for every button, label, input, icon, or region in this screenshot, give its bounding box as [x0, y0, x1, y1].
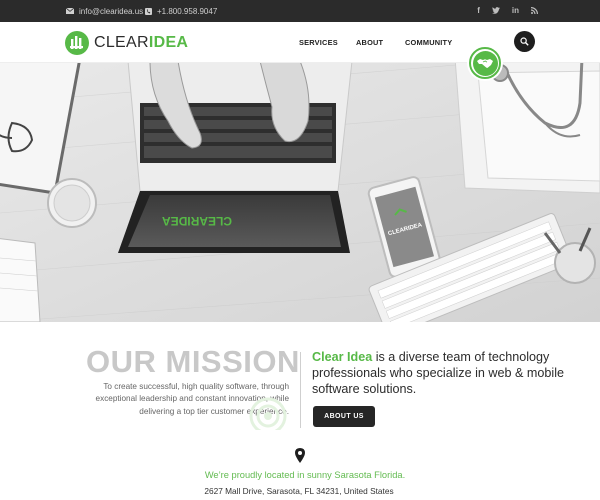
address-text: 2627 Mall Drive, Sarasota, FL 34231, Uni…	[204, 486, 394, 496]
nav-item-services[interactable]: SERVICES	[299, 38, 338, 47]
page: { "topbar": { "email": "info@clearidea.u…	[0, 0, 600, 500]
phone-contact[interactable]: +1.800.958.9047	[145, 0, 217, 22]
linkedin-icon[interactable]: in	[512, 7, 519, 15]
nav-item-about[interactable]: ABOUT	[356, 38, 383, 47]
envelope-icon	[66, 8, 74, 14]
search-button[interactable]	[514, 31, 535, 52]
laptop-screen-logo: CLEARIDEA	[162, 214, 232, 228]
about-us-button[interactable]: ABOUT US	[313, 406, 375, 427]
search-icon	[520, 37, 529, 46]
handshake-badge[interactable]	[469, 47, 501, 79]
section-divider	[300, 352, 301, 428]
nav-menu: SERVICES ABOUT COMMUNITY	[0, 22, 600, 63]
mission-title: OUR MISSION	[86, 344, 300, 379]
location-line: We’re proudly located in sunny Sarasota …	[204, 470, 406, 480]
nav-item-community[interactable]: COMMUNITY	[405, 38, 452, 47]
watermark-target-icon	[249, 397, 287, 430]
rss-icon[interactable]	[530, 6, 538, 16]
phone-icon	[145, 7, 152, 15]
top-bar: info@clearidea.us +1.800.958.9047 f in	[0, 0, 600, 22]
phone-text: +1.800.958.9047	[157, 6, 218, 16]
handshake-icon	[477, 58, 493, 68]
hero-image: CLEARIDEA CLEARIDEA	[0, 63, 600, 322]
twitter-icon[interactable]	[491, 6, 500, 16]
social-links: f in	[477, 0, 538, 22]
desk-scene-illustration: CLEARIDEA CLEARIDEA	[0, 63, 600, 322]
email-text: info@clearidea.us	[79, 6, 144, 16]
about-text: Clear Idea is a diverse team of technolo…	[312, 349, 582, 397]
location-pin-icon	[295, 448, 305, 463]
facebook-icon[interactable]: f	[477, 7, 480, 15]
email-contact[interactable]: info@clearidea.us	[66, 0, 143, 22]
main-nav: CLEARIDEA SERVICES ABOUT COMMUNITY	[0, 22, 600, 63]
brand-name: Clear Idea	[312, 350, 373, 364]
